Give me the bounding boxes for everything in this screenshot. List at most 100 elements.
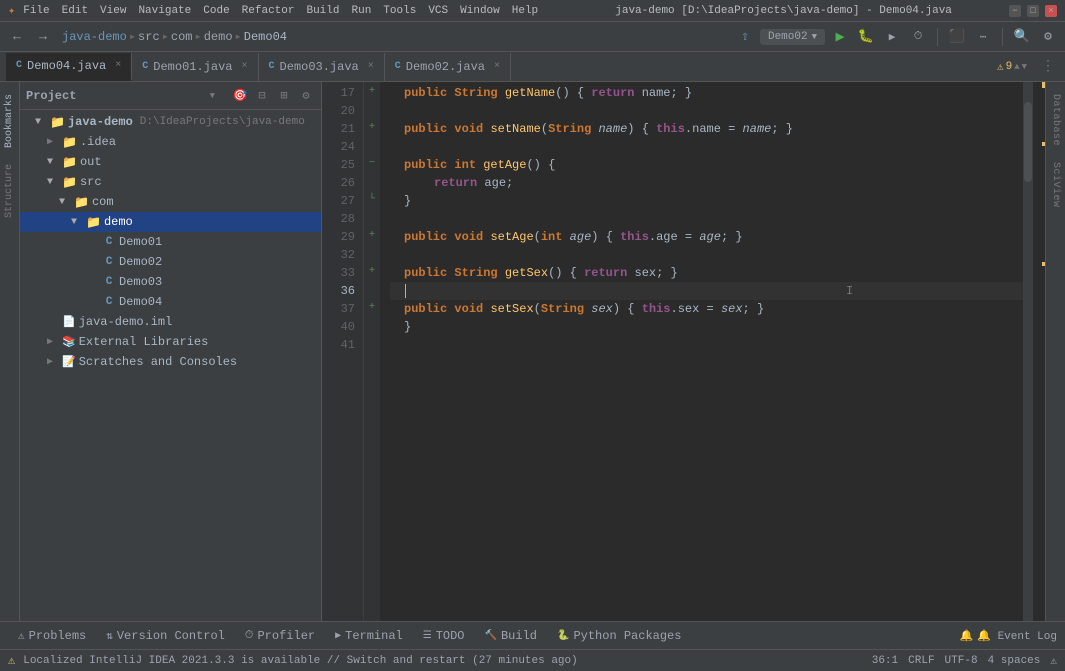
right-tab-sciview[interactable]: SciView [1048,154,1063,216]
tree-item-demo[interactable]: ▼ 📁 demo [20,212,321,232]
tree-item-demo02[interactable]: C Demo02 [20,252,321,272]
tree-item-demo04[interactable]: C Demo04 [20,292,321,312]
minimize-button[interactable]: − [1009,5,1021,17]
menu-build[interactable]: Build [306,5,339,17]
gutter-26 [364,172,380,190]
menu-tools[interactable]: Tools [383,5,416,17]
menu-code[interactable]: Code [203,5,229,17]
file-encoding[interactable]: UTF-8 [945,655,978,667]
run-button[interactable]: ▶ [829,26,851,48]
tab-demo03[interactable]: C Demo03.java × [259,53,385,81]
breadcrumb-project[interactable]: java-demo [62,30,127,44]
forward-button[interactable]: → [32,26,54,48]
status-message[interactable]: Localized IntelliJ IDEA 2021.3.3 is avai… [23,655,578,667]
project-icon: 📁 [50,115,65,130]
close-button[interactable]: × [1045,5,1057,17]
panel-settings-button[interactable]: ⚙ [297,87,315,105]
breadcrumb-src[interactable]: src [138,30,160,44]
code-line-36[interactable]: I [390,282,1023,300]
tab-demo01-close[interactable]: × [241,61,247,72]
folder-icon-demo: 📁 [86,215,101,230]
breadcrumb-demo[interactable]: demo [204,30,233,44]
menu-vcs[interactable]: VCS [428,5,448,17]
cursor-position[interactable]: 36:1 [872,655,898,667]
bottom-tab-todo[interactable]: ☰ TODO [413,622,475,650]
tree-item-com[interactable]: ▼ 📁 com [20,192,321,212]
bottom-tab-python[interactable]: 🐍 Python Packages [547,622,691,650]
indent-info[interactable]: 4 spaces [988,655,1041,667]
collapse-all-button[interactable]: ⊟ [253,87,271,105]
gutter-25[interactable]: − [364,154,380,172]
tree-item-root[interactable]: ▼ 📁 java-demo D:\IdeaProjects\java-demo [20,112,321,132]
menu-file[interactable]: File [23,5,49,17]
right-tab-database[interactable]: Database [1048,86,1063,154]
tab-demo02[interactable]: C Demo02.java × [385,53,511,81]
menu-window[interactable]: Window [460,5,500,17]
menu-navigate[interactable]: Navigate [138,5,191,17]
back-button[interactable]: ← [6,26,28,48]
run-config-selector[interactable]: Demo02 ▼ [760,29,825,45]
menu-bar[interactable]: File Edit View Navigate Code Refactor Bu… [23,5,538,17]
tabs-more-button[interactable]: ⋮ [1037,58,1059,75]
menu-view[interactable]: View [100,5,126,17]
editor-area[interactable]: 17 20 21 24 25 26 27 28 29 32 33 36 37 4… [322,82,1045,621]
right-indicators [1033,82,1045,621]
stop-button[interactable]: ⬛ [946,26,968,48]
tab-demo04-close[interactable]: × [115,60,121,71]
window-title: java-demo [D:\IdeaProjects\java-demo] - … [558,5,1009,17]
vcs-icon[interactable]: ⇧ [734,26,756,48]
bottom-tab-version-control[interactable]: ⇅ Version Control [96,622,235,650]
bottom-tab-build[interactable]: 🔨 Build [475,622,547,650]
maximize-button[interactable]: □ [1027,5,1039,17]
window-controls[interactable]: − □ × [1009,5,1057,17]
tree-item-idea[interactable]: ▶ 📁 .idea [20,132,321,152]
panel-dropdown-icon[interactable]: ▼ [210,91,215,101]
tree-item-iml[interactable]: 📄 java-demo.iml [20,312,321,332]
bottom-tab-profiler[interactable]: ⏱ Profiler [235,622,325,650]
profile-button[interactable]: ⏱ [907,26,929,48]
breadcrumb-current[interactable]: Demo04 [244,30,287,44]
editor-scrollbar[interactable] [1023,82,1033,621]
scrollbar-thumb[interactable] [1024,102,1032,182]
gutter-21[interactable]: + [364,118,380,136]
tree-item-demo01[interactable]: C Demo01 [20,232,321,252]
sep2: ▸ [162,29,169,44]
tree-item-out[interactable]: ▼ 📁 out [20,152,321,172]
tree-item-ext-libs[interactable]: ▶ 📚 External Libraries [20,332,321,352]
more-run-button[interactable]: ⋯ [972,26,994,48]
left-tab-structure[interactable]: Structure [2,156,17,226]
gutter-33[interactable]: + [364,262,380,280]
locate-file-button[interactable]: 🎯 [231,87,249,105]
coverage-button[interactable]: ▶ [881,26,903,48]
gutter-37[interactable]: + [364,298,380,316]
search-everywhere-button[interactable]: 🔍 [1011,26,1033,48]
event-log-button[interactable]: 🔔 🔔 Event Log [960,629,1057,643]
debug-button[interactable]: 🐛 [855,26,877,48]
terminal-label: Terminal [345,629,403,643]
tree-item-src[interactable]: ▼ 📁 src [20,172,321,192]
menu-help[interactable]: Help [512,5,538,17]
tab-demo03-close[interactable]: × [368,61,374,72]
tab-demo02-close[interactable]: × [494,61,500,72]
tree-item-scratches[interactable]: ▶ 📝 Scratches and Consoles [20,352,321,372]
line-ending[interactable]: CRLF [908,655,934,667]
code-content[interactable]: public String getName() { return name; }… [380,82,1023,621]
gutter-17[interactable]: + [364,82,380,100]
left-tab-bookmarks[interactable]: Bookmarks [2,86,17,156]
warning-badge[interactable]: ⚠ 9 ▲ ▼ [997,60,1035,74]
menu-refactor[interactable]: Refactor [242,5,295,17]
gutter-27[interactable]: └ [364,190,380,208]
tree-item-demo03[interactable]: C Demo03 [20,272,321,292]
tab-demo01[interactable]: C Demo01.java × [132,53,258,81]
expand-all-button[interactable]: ⊞ [275,87,293,105]
vcs-status-icon: ⚠ [1050,654,1057,668]
gutter-41 [364,334,380,352]
menu-edit[interactable]: Edit [62,5,88,17]
settings-button[interactable]: ⚙ [1037,26,1059,48]
menu-run[interactable]: Run [352,5,372,17]
tab-demo04[interactable]: C Demo04.java × [6,53,132,81]
gutter-29[interactable]: + [364,226,380,244]
bottom-tab-problems[interactable]: ⚠ Problems [8,622,96,650]
breadcrumb-com[interactable]: com [171,30,193,44]
bottom-tab-terminal[interactable]: ▶ Terminal [325,622,413,650]
